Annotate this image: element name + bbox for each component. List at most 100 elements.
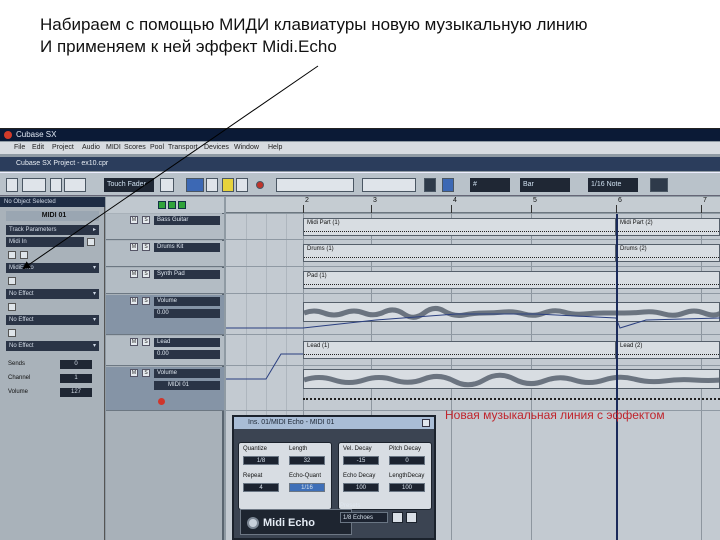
- length-decay-value[interactable]: 100: [389, 483, 425, 492]
- insert-slot-2[interactable]: No Effect ▾: [6, 289, 99, 299]
- menu-audio[interactable]: Audio: [82, 142, 100, 154]
- solo-button[interactable]: S: [142, 270, 150, 278]
- menu-project[interactable]: Project: [52, 142, 74, 154]
- solo-button[interactable]: S: [142, 297, 150, 305]
- menu-file[interactable]: File: [14, 142, 25, 154]
- track-name[interactable]: Lead: [154, 338, 220, 347]
- mute-button[interactable]: M: [130, 243, 138, 251]
- track-value[interactable]: 0.00: [154, 309, 220, 318]
- global-toggle-icon[interactable]: [178, 201, 186, 209]
- insert-bypass-button[interactable]: [87, 238, 95, 246]
- global-toggle-icon[interactable]: [158, 201, 166, 209]
- automation-mode-select[interactable]: Touch Fader: [104, 178, 154, 192]
- menu-edit[interactable]: Edit: [32, 142, 44, 154]
- length-value[interactable]: 32: [289, 456, 325, 465]
- insert-power-icon[interactable]: [8, 277, 16, 285]
- playback-cursor[interactable]: [616, 214, 618, 540]
- insert-power-icon[interactable]: [8, 329, 16, 337]
- track-parameters-row[interactable]: Track Parameters ▸: [6, 225, 99, 235]
- close-icon[interactable]: [422, 419, 430, 427]
- delete-preset-icon[interactable]: [406, 512, 417, 523]
- quantize-select[interactable]: 1/16 Note: [588, 178, 638, 192]
- ruler-number: 2: [305, 197, 309, 204]
- insert-power-icon[interactable]: [8, 303, 16, 311]
- cycle-icon[interactable]: [186, 178, 204, 192]
- track-name[interactable]: Volume: [154, 369, 220, 378]
- toolbar-button-group[interactable]: [22, 178, 46, 192]
- record-enable-icon[interactable]: [158, 398, 165, 405]
- inspector-track-title[interactable]: MIDI 01: [6, 211, 99, 221]
- echo-decay-value[interactable]: 100: [343, 483, 379, 492]
- mute-button[interactable]: M: [130, 270, 138, 278]
- mute-button[interactable]: M: [130, 216, 138, 224]
- toolbar-button[interactable]: [160, 178, 174, 192]
- track-value[interactable]: 0.00: [154, 350, 220, 359]
- track-name[interactable]: Drums Kit: [154, 243, 220, 252]
- midi-echo-plugin-window[interactable]: Ins. 01/MIDI Echo - MIDI 01 Quantize 1/8…: [232, 415, 436, 540]
- repeat-value[interactable]: 4: [243, 483, 279, 492]
- preset-select[interactable]: 1/8 Echoes: [340, 512, 388, 523]
- vel-decay-value[interactable]: -15: [343, 456, 379, 465]
- menu-devices[interactable]: Devices: [204, 142, 229, 154]
- volume-value[interactable]: 127: [60, 388, 92, 397]
- insert-slot-1[interactable]: MidiEcho ▾: [6, 263, 99, 273]
- track-row[interactable]: MS Bass Guitar: [106, 214, 224, 240]
- menu-window[interactable]: Window: [234, 142, 259, 154]
- track-row-midi-01[interactable]: MS Volume MIDI 01: [106, 367, 224, 411]
- pause-icon[interactable]: [236, 178, 248, 192]
- timeline-ruler[interactable]: 2 3 4 5 6 7: [226, 197, 720, 213]
- sends-value[interactable]: 0: [60, 360, 92, 369]
- new-midi-notes[interactable]: [303, 394, 720, 400]
- solo-button[interactable]: S: [142, 369, 150, 377]
- track-row[interactable]: MS Synth Pad: [106, 268, 224, 294]
- insert-slot-4[interactable]: No Effect ▾: [6, 341, 99, 351]
- mute-button[interactable]: M: [130, 297, 138, 305]
- record-icon[interactable]: [256, 181, 264, 189]
- snap-toggle-icon[interactable]: [424, 178, 436, 192]
- insert-slot-3[interactable]: No Effect ▾: [6, 315, 99, 325]
- midi-input-row[interactable]: Midi In: [6, 237, 84, 247]
- grid-type-select[interactable]: #: [470, 178, 510, 192]
- save-preset-icon[interactable]: [392, 512, 403, 523]
- row-label: Midi In: [9, 239, 27, 245]
- midi-part[interactable]: Lead (2): [616, 341, 720, 359]
- solo-button[interactable]: S: [142, 243, 150, 251]
- stop-icon[interactable]: [222, 178, 234, 192]
- tool-buttons-2[interactable]: [362, 178, 416, 192]
- midi-part[interactable]: Lead (1): [303, 341, 616, 359]
- menu-scores[interactable]: Scores: [124, 142, 146, 154]
- channel-value[interactable]: 1: [60, 374, 92, 383]
- menu-midi[interactable]: MIDI: [106, 142, 121, 154]
- solo-button[interactable]: S: [142, 216, 150, 224]
- track-name[interactable]: Bass Guitar: [154, 216, 220, 225]
- insert-power-icon[interactable]: [8, 251, 16, 259]
- mute-button[interactable]: M: [130, 338, 138, 346]
- track-row[interactable]: MS Drums Kit: [106, 241, 224, 267]
- audio-event-waveform[interactable]: [303, 369, 720, 389]
- mute-button[interactable]: M: [130, 369, 138, 377]
- track-name[interactable]: Synth Pad: [154, 270, 220, 279]
- toolbar-button[interactable]: [6, 178, 18, 192]
- pitch-decay-value[interactable]: 0: [389, 456, 425, 465]
- quantize-value[interactable]: 1/8: [243, 456, 279, 465]
- insert-edit-icon[interactable]: [20, 251, 28, 259]
- toolbar-button[interactable]: [50, 178, 62, 192]
- menu-bar: File Edit Project Audio MIDI Scores Pool…: [0, 142, 720, 154]
- echo-quant-value[interactable]: 1/16: [289, 483, 325, 492]
- menu-help[interactable]: Help: [268, 142, 282, 154]
- knob-label: Repeat: [243, 473, 263, 479]
- tool-buttons[interactable]: [276, 178, 354, 192]
- menu-pool[interactable]: Pool: [150, 142, 164, 154]
- toolbar-button-group[interactable]: [64, 178, 86, 192]
- global-toggle-icon[interactable]: [168, 201, 176, 209]
- menu-transport[interactable]: Transport: [168, 142, 198, 154]
- track-name-midi[interactable]: MIDI 01: [154, 381, 220, 390]
- track-row-automation[interactable]: MS Volume 0.00: [106, 295, 224, 335]
- color-menu-icon[interactable]: [650, 178, 668, 192]
- grid-toggle-icon[interactable]: [442, 178, 454, 192]
- snap-value-select[interactable]: Bar: [520, 178, 570, 192]
- solo-button[interactable]: S: [142, 338, 150, 346]
- track-row[interactable]: MS Lead 0.00: [106, 336, 224, 366]
- track-name[interactable]: Volume: [154, 297, 220, 306]
- play-icon[interactable]: [206, 178, 218, 192]
